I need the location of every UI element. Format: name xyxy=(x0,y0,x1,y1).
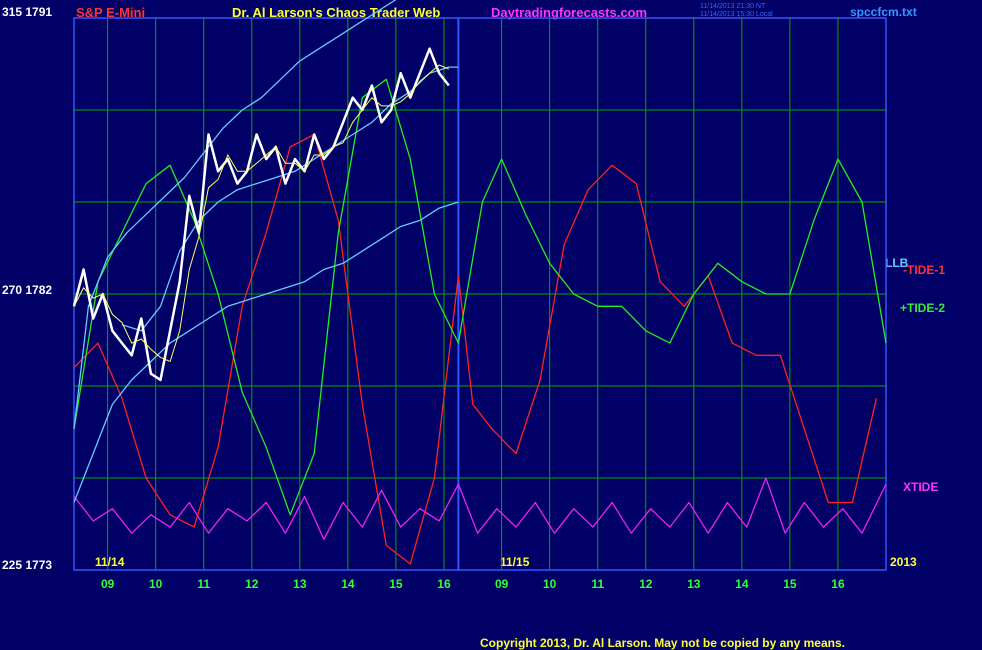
x-tick-label: 14 xyxy=(735,577,749,591)
series-llb-upper xyxy=(73,0,397,429)
x-tick-label: 10 xyxy=(149,577,163,591)
x-tick-label: 11 xyxy=(591,577,604,591)
x-tick-label: 13 xyxy=(293,577,307,591)
chart-window: 315 1791 S&P E-Mini Dr. Al Larson's Chao… xyxy=(0,0,982,650)
series-tide-2 xyxy=(73,78,887,516)
x-tick-label: 09 xyxy=(101,577,115,591)
x-tick-label: 10 xyxy=(543,577,557,591)
x-tick-label: 13 xyxy=(687,577,701,591)
x-tick-label: 15 xyxy=(389,577,403,591)
plot-area: 09 10 11 12 13 14 15 16 09 10 11 12 13 14 15 16 xyxy=(72,0,887,591)
x-tick-label: 15 xyxy=(783,577,797,591)
x-tick-label: 12 xyxy=(639,577,653,591)
x-tick-label: 12 xyxy=(245,577,259,591)
x-tick-label: 11 xyxy=(197,577,210,591)
series-llb-mid xyxy=(121,66,459,332)
series-xtide xyxy=(73,477,887,540)
x-tick-label: 16 xyxy=(437,577,451,591)
series-price-ma xyxy=(73,64,449,363)
series-tide-1 xyxy=(73,133,878,565)
x-tick-label: 14 xyxy=(341,577,355,591)
x-tick-label: 09 xyxy=(495,577,509,591)
x-tick-label: 16 xyxy=(831,577,845,591)
